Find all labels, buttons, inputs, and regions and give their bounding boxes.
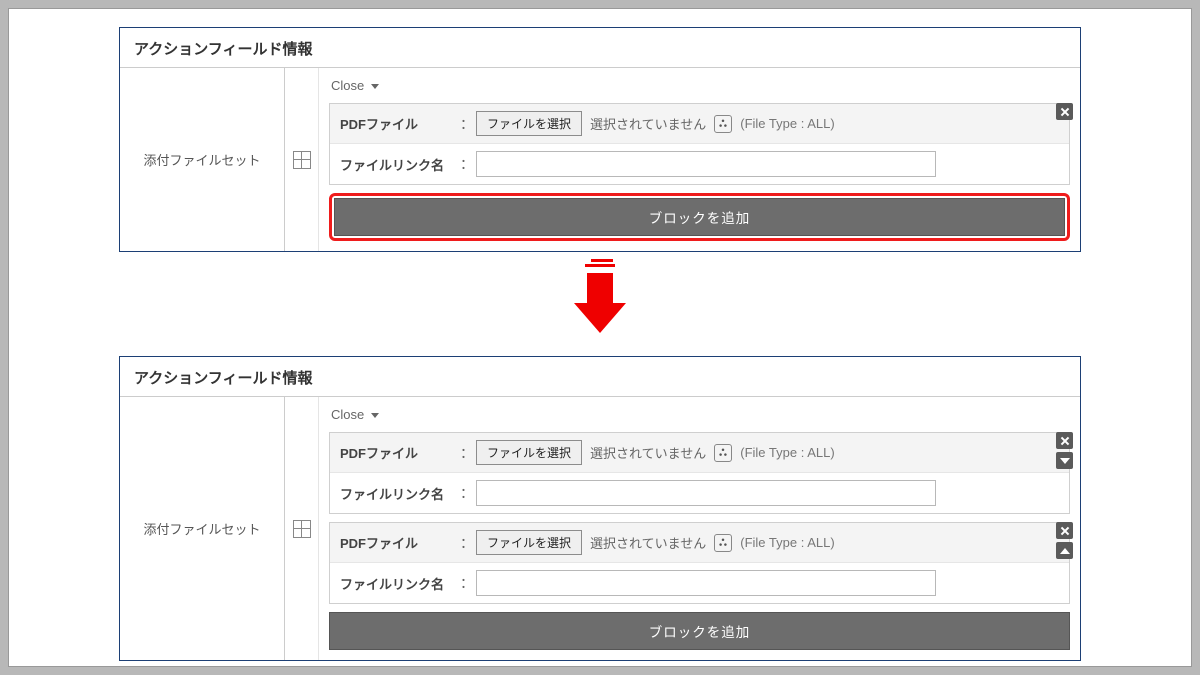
pdf-file-label: PDFファイル xyxy=(340,443,450,462)
move-up-button[interactable] xyxy=(1056,542,1073,559)
file-link-label: ファイルリンク名 xyxy=(340,155,450,174)
file-block: PDFファイル ： ファイルを選択 選択されていません (File Type :… xyxy=(329,103,1070,185)
colon: ： xyxy=(460,533,466,553)
file-link-row: ファイルリンク名 ： xyxy=(330,143,1069,184)
no-file-text: 選択されていません xyxy=(590,533,706,552)
remove-block-button[interactable] xyxy=(1056,432,1073,449)
close-label: Close xyxy=(331,407,364,422)
file-type-text: (File Type : ALL) xyxy=(740,445,834,460)
trash-icon[interactable] xyxy=(714,444,732,462)
panel-title: アクションフィールド情報 xyxy=(120,357,1080,396)
colon: ： xyxy=(460,573,466,593)
file-block: PDFファイル ： ファイルを選択 選択されていません (File Type :… xyxy=(329,432,1070,514)
file-link-input[interactable] xyxy=(476,570,936,596)
pdf-file-label: PDFファイル xyxy=(340,533,450,552)
add-block-button[interactable]: ブロックを追加 xyxy=(334,198,1065,236)
colon: ： xyxy=(460,154,466,174)
grid-icon[interactable] xyxy=(293,151,311,169)
file-link-input[interactable] xyxy=(476,151,936,177)
attachment-set-label: 添付ファイルセット xyxy=(120,68,285,251)
file-link-input[interactable] xyxy=(476,480,936,506)
pdf-file-row: PDFファイル ： ファイルを選択 選択されていません (File Type :… xyxy=(330,104,1069,143)
action-field-panel-before: アクションフィールド情報 添付ファイルセット Close xyxy=(119,27,1081,252)
colon: ： xyxy=(460,114,466,134)
file-link-row: ファイルリンク名 ： xyxy=(330,472,1069,513)
pdf-file-row: PDFファイル ： ファイルを選択 選択されていません (File Type :… xyxy=(330,523,1069,562)
file-block: PDFファイル ： ファイルを選択 選択されていません (File Type :… xyxy=(329,522,1070,604)
add-block-button[interactable]: ブロックを追加 xyxy=(329,612,1070,650)
file-type-text: (File Type : ALL) xyxy=(740,535,834,550)
file-type-text: (File Type : ALL) xyxy=(740,116,834,131)
colon: ： xyxy=(460,443,466,463)
panel-title: アクションフィールド情報 xyxy=(120,28,1080,67)
drag-handle-column xyxy=(285,68,319,251)
file-link-label: ファイルリンク名 xyxy=(340,574,450,593)
highlight-box: ブロックを追加 xyxy=(329,193,1070,241)
choose-file-button[interactable]: ファイルを選択 xyxy=(476,111,582,136)
file-link-row: ファイルリンク名 ： xyxy=(330,562,1069,603)
file-link-label: ファイルリンク名 xyxy=(340,484,450,503)
grid-icon[interactable] xyxy=(293,520,311,538)
pdf-file-label: PDFファイル xyxy=(340,114,450,133)
collapse-toggle[interactable]: Close xyxy=(329,76,1070,97)
choose-file-button[interactable]: ファイルを選択 xyxy=(476,530,582,555)
action-field-panel-after: アクションフィールド情報 添付ファイルセット Close xyxy=(119,356,1081,661)
drag-handle-column xyxy=(285,397,319,660)
choose-file-button[interactable]: ファイルを選択 xyxy=(476,440,582,465)
trash-icon[interactable] xyxy=(714,534,732,552)
pdf-file-row: PDFファイル ： ファイルを選択 選択されていません (File Type :… xyxy=(330,433,1069,472)
attachment-set-label: 添付ファイルセット xyxy=(120,397,285,660)
move-down-button[interactable] xyxy=(1056,452,1073,469)
collapse-toggle[interactable]: Close xyxy=(329,405,1070,426)
no-file-text: 選択されていません xyxy=(590,114,706,133)
no-file-text: 選択されていません xyxy=(590,443,706,462)
step-arrow xyxy=(119,264,1081,344)
remove-block-button[interactable] xyxy=(1056,103,1073,120)
remove-block-button[interactable] xyxy=(1056,522,1073,539)
trash-icon[interactable] xyxy=(714,115,732,133)
colon: ： xyxy=(460,483,466,503)
caret-down-icon xyxy=(371,84,379,89)
caret-down-icon xyxy=(371,413,379,418)
close-label: Close xyxy=(331,78,364,93)
